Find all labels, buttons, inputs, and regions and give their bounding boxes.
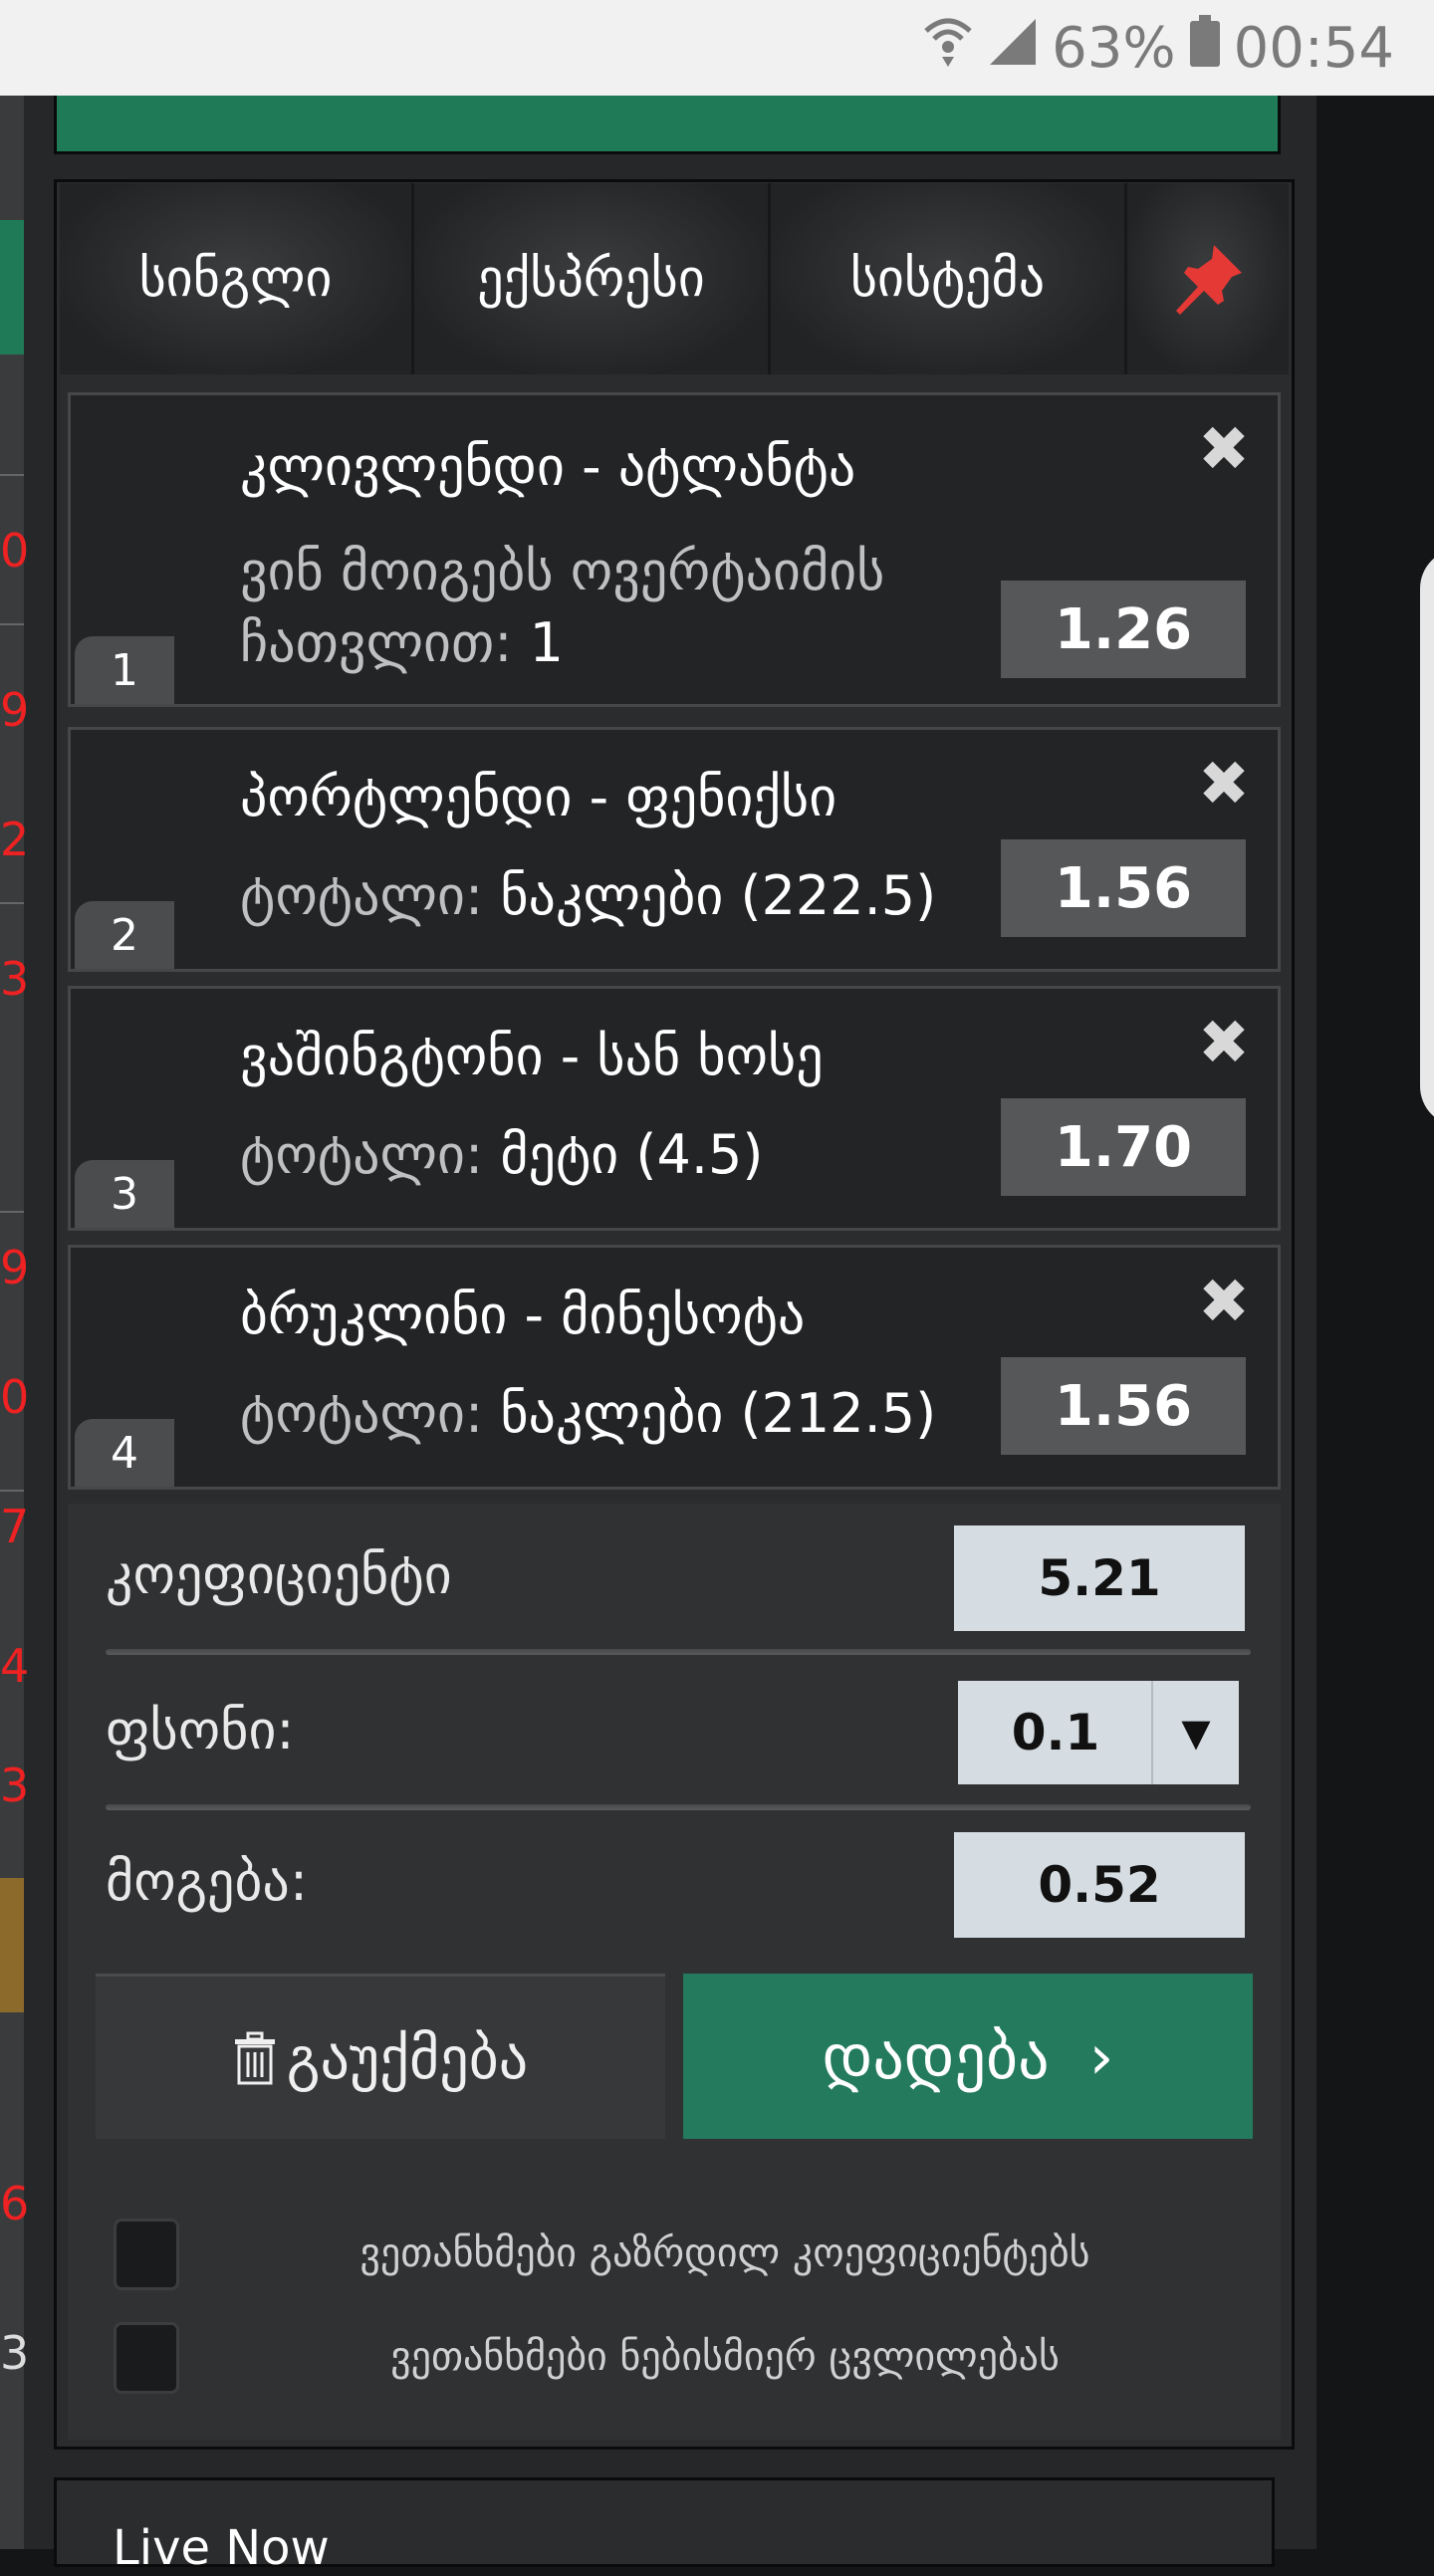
bet-number: 4 (75, 1419, 174, 1487)
odds-box[interactable]: 1.70 (1001, 1098, 1246, 1196)
battery-percent: 63% (1052, 15, 1176, 81)
bet-number: 1 (75, 636, 174, 704)
battery-icon (1189, 15, 1220, 81)
bet-number: 2 (75, 901, 174, 969)
tab-system[interactable]: სისტემა (771, 183, 1127, 374)
place-bet-label: დადება (822, 2019, 1050, 2093)
tab-single[interactable]: სინგლი (60, 183, 414, 374)
left-strip-number: 3 (0, 1758, 30, 1812)
bet-market-label: ტოტალი: (240, 1123, 484, 1186)
live-now-title: Live Now (113, 2520, 330, 2576)
bet-item: პორტლენდი - ფენიქსი ტოტალი: ნაკლები (222… (68, 727, 1281, 972)
pin-button[interactable] (1127, 183, 1289, 374)
clock: 00:54 (1233, 15, 1394, 81)
bet-item: ბრუკლინი - მინესოტა ტოტალი: ნაკლები (212… (68, 1245, 1281, 1490)
left-strip-number: 9 (0, 683, 30, 737)
wifi-icon (922, 13, 974, 83)
accept-changes-row: ვეთანხმები ნებისმიერ ცვლილებას (68, 2318, 1281, 2398)
accept-increased-odds-label: ვეთანხმები გაზრდილ კოეფიციენტებს (359, 2230, 1090, 2276)
left-strip-number: 7 (0, 1500, 30, 1553)
divider (106, 1649, 1251, 1655)
bet-market-line2: ჩათვლით: 1 (240, 606, 564, 680)
close-icon[interactable]: ✖ (1196, 418, 1252, 480)
left-strip-number: 2 (0, 813, 30, 866)
left-strip-number: 0 (0, 1370, 30, 1424)
left-strip-number: 3 (0, 952, 30, 1006)
win-label: მოგება: (106, 1850, 309, 1913)
bet-match: კლივლენდი - ატლანტა (240, 435, 856, 498)
bet-market-label: ჩათვლით: (240, 611, 513, 674)
bet-selection: ნაკლები (212.5) (500, 1382, 937, 1445)
divider (106, 1804, 1251, 1810)
tab-express[interactable]: ექსპრესი (414, 183, 771, 374)
stake-select[interactable]: 0.1 ▼ (958, 1681, 1239, 1784)
cancel-button[interactable]: გაუქმება (96, 1974, 665, 2139)
stake-label: ფსონი: (106, 1699, 295, 1761)
accept-increased-odds-checkbox[interactable] (114, 2219, 179, 2290)
chevron-right-icon: › (1088, 2019, 1114, 2093)
bet-item: ვაშინგტონი - სან ხოსე ტოტალი: მეტი (4.5)… (68, 986, 1281, 1231)
bet-selection: ნაკლები (222.5) (500, 864, 937, 927)
odds-box[interactable]: 1.26 (1001, 581, 1246, 678)
left-strip-number: 4 (0, 1639, 30, 1693)
win-row: მოგება: 0.52 (68, 1832, 1281, 1938)
signal-icon (988, 16, 1038, 81)
bet-type-tabs: სინგლი ექსპრესი სისტემა (60, 183, 1289, 374)
bet-match: ვაშინგტონი - სან ხოსე (240, 1025, 824, 1087)
win-value: 0.52 (954, 1832, 1245, 1938)
coefficient-value: 5.21 (954, 1525, 1245, 1631)
right-side-column (1316, 96, 1434, 2549)
bet-match: ბრუკლინი - მინესოტა (240, 1284, 806, 1346)
close-icon[interactable]: ✖ (1196, 753, 1252, 815)
left-strip-number: 3 (0, 2326, 30, 2380)
bet-market-label: ტოტალი: (240, 864, 484, 927)
live-now-section: Live Now (54, 2477, 1275, 2576)
left-strip-number: 9 (0, 1241, 30, 1294)
bet-market: ვინ მოიგებს ოვერტაიმის (240, 540, 885, 602)
left-side-strip: 0 9 2 3 9 0 7 4 3 6 3 (0, 96, 29, 2549)
bet-market-line: ტოტალი: ნაკლები (212.5) (240, 1377, 936, 1451)
bet-selection: 1 (529, 611, 564, 674)
bet-item: კლივლენდი - ატლანტა ვინ მოიგებს ოვერტაიმ… (68, 392, 1281, 707)
close-icon[interactable]: ✖ (1196, 1271, 1252, 1332)
trash-icon (234, 2031, 275, 2084)
pin-icon (1176, 245, 1242, 315)
accept-any-changes-label: ვეთანხმები ნებისმიერ ცვლილებას (390, 2334, 1060, 2380)
bet-number: 3 (75, 1160, 174, 1228)
top-green-bar (54, 96, 1281, 154)
bet-summary: კოეფიციენტი 5.21 ფსონი: 0.1 ▼ მოგება: 0.… (68, 1504, 1281, 2440)
accept-odds-row: ვეთანხმები გაზრდილ კოეფიციენტებს (68, 2215, 1281, 2294)
close-icon[interactable]: ✖ (1196, 1012, 1252, 1073)
accept-any-changes-checkbox[interactable] (114, 2322, 179, 2394)
bet-selection: მეტი (4.5) (500, 1123, 764, 1186)
status-bar: 63% 00:54 (0, 0, 1434, 96)
dropdown-arrow-icon: ▼ (1151, 1681, 1239, 1784)
odds-box[interactable]: 1.56 (1001, 839, 1246, 937)
left-strip-number: 0 (0, 524, 30, 578)
cancel-label: გაუქმება (286, 2023, 529, 2092)
stake-row: ფსონი: 0.1 ▼ (68, 1681, 1281, 1786)
bet-market-line: ტოტალი: მეტი (4.5) (240, 1118, 763, 1192)
left-strip-number: 6 (0, 2177, 30, 2230)
coefficient-label: კოეფიციენტი (106, 1543, 452, 1606)
stake-value: 0.1 (1011, 1704, 1100, 1761)
odds-box[interactable]: 1.56 (1001, 1357, 1246, 1455)
bet-match: პორტლენდი - ფენიქსი (240, 766, 837, 828)
place-bet-button[interactable]: დადება › (683, 1974, 1253, 2139)
coefficient-row: კოეფიციენტი 5.21 (68, 1525, 1281, 1631)
bet-market-line: ტოტალი: ნაკლები (222.5) (240, 859, 936, 933)
bet-market-label: ტოტალი: (240, 1382, 484, 1445)
